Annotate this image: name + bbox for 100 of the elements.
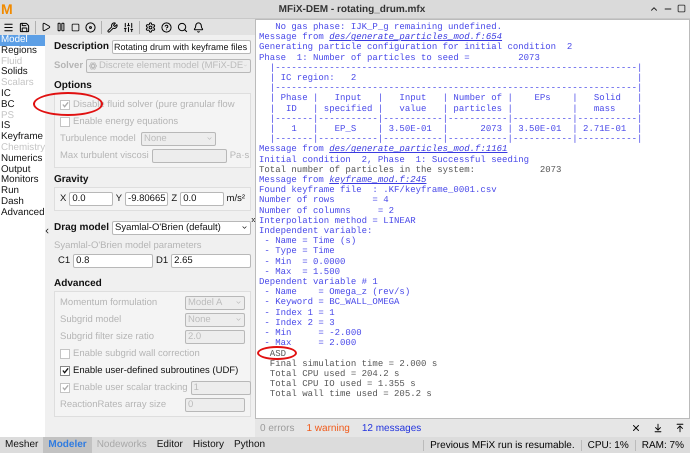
annotation-ellipse	[257, 346, 297, 360]
input-field[interactable]: 0.0	[180, 192, 224, 206]
nav-item[interactable]: Monitors	[0, 175, 45, 186]
field-label: Description	[54, 41, 110, 52]
pause-icon[interactable]	[56, 22, 66, 32]
console-line: Phase 1: Number of particles to seed = 2073	[259, 52, 540, 63]
console-line: Message from des/generate_particles_mod.f:1161	[259, 144, 508, 154]
nav-item[interactable]: Run	[0, 186, 45, 197]
input-field[interactable]: -9.80665	[125, 192, 168, 206]
field-label: Momentum formulation	[60, 297, 158, 308]
caret-icon	[206, 135, 213, 142]
caret-icon	[241, 224, 248, 231]
collapse-icon[interactable]	[43, 227, 51, 235]
console-line: Message from des/generate_particles_mod.f:654	[259, 32, 502, 42]
status-text: RAM: 7%	[634, 440, 690, 450]
message-count[interactable]: 12 messages	[362, 422, 422, 434]
console-line: Total number of particles in the system: 2073	[259, 164, 562, 175]
axis-label: Z	[171, 193, 178, 204]
checkbox[interactable]	[60, 366, 70, 376]
menu-icon[interactable]	[3, 22, 14, 32]
console-line: Total wall time used = 205.2 s	[268, 389, 432, 400]
console-line: |-------|-----------|-----------|-----------|-----------|-----------|	[268, 114, 642, 124]
nav-item[interactable]: IC	[0, 88, 45, 100]
console-line: Interpolation method = LINEAR	[259, 216, 416, 226]
console-line: |-------------------------------------------------------------------|	[268, 62, 642, 73]
console-line: - Max = 2.000	[263, 338, 356, 348]
play-icon[interactable]	[41, 22, 51, 32]
console-line: Found keyframe file : .KF/keyframe_0001.csv	[259, 185, 497, 196]
console-line: | Phase | Input | Input | Number of | EPs | Solid |	[268, 93, 642, 104]
nav-item[interactable]: Advanced	[0, 208, 45, 219]
checkbox-label: Enable subgrid wall correction	[73, 348, 201, 359]
drag-dropdown[interactable]: Syamlal-O'Brien (default)	[112, 220, 251, 234]
nav-item[interactable]: Dash	[0, 196, 45, 208]
console-line: Generating particle configuration for initial condition 2	[259, 42, 572, 52]
console-line: - Index 2 = 3	[263, 318, 335, 328]
console-line: |-------|-----------|-----------|-----------|-----------|-----------|	[268, 134, 642, 144]
unit-label: Pa·s	[230, 150, 250, 161]
save-icon[interactable]	[19, 22, 30, 32]
checkbox-label: Enable energy equations	[73, 116, 180, 127]
console-line: No gas phase: IJK_P_g remaining undefined.	[274, 22, 502, 32]
field-label: Max turbulent viscosi	[60, 150, 149, 161]
axis-label: Y	[116, 193, 122, 204]
description-field[interactable]: Rotating drum with keyframe files	[112, 40, 251, 54]
console-line: - Type = Time	[263, 246, 335, 256]
nav-item[interactable]: Numerics	[0, 154, 45, 165]
close-icon[interactable]	[631, 423, 641, 433]
field-label: D1	[156, 255, 168, 266]
bell-icon[interactable]	[193, 22, 204, 32]
nav-item[interactable]: Solids	[0, 67, 45, 78]
caret-icon	[235, 299, 242, 306]
nav-item[interactable]: Output	[0, 164, 45, 176]
scroll-top-icon[interactable]	[675, 423, 685, 433]
console-line: - Keyword = BC_WALL_OMEGA	[263, 297, 400, 308]
input-field[interactable]: 0.0	[69, 192, 113, 206]
mode-tab[interactable]: Python	[228, 437, 270, 453]
field-label: Subgrid model	[60, 314, 122, 325]
nav-item[interactable]: Regions	[0, 46, 45, 57]
stop-icon[interactable]	[71, 22, 80, 32]
nav-item[interactable]: IS	[0, 121, 45, 132]
scroll-bottom-icon[interactable]	[653, 423, 663, 433]
help-icon[interactable]	[161, 22, 172, 32]
mode-tab[interactable]: Editor	[152, 437, 188, 453]
mode-tab[interactable]: Mesher	[0, 437, 44, 453]
restore-icon[interactable]	[677, 4, 686, 13]
status-text: CPU: 1%	[580, 440, 635, 450]
console-line: | 1 | EP_S | 3.50E-01 | 2073 | 3.50E-01 | 2.71E-01 |	[268, 124, 642, 134]
console-line: | IC region: 2 |	[268, 73, 642, 84]
field-label: Drag model	[54, 222, 110, 233]
console-line: - Name = Time (s)	[263, 236, 356, 246]
console-line: Total CPU used = 204.2 s	[268, 368, 400, 379]
console-line: Message from keyframe_mod.f:245	[259, 175, 426, 186]
input-field[interactable]: 2.65	[171, 254, 251, 268]
nav-item[interactable]: Keyframe	[0, 132, 45, 143]
section-heading: Advanced	[54, 278, 102, 289]
section-heading: Gravity	[54, 174, 88, 185]
settings-icon[interactable]	[145, 22, 156, 32]
subsection-label: Syamlal-O'Brien model parameters	[54, 240, 202, 251]
status-text: Previous MFiX run is resumable.	[423, 440, 581, 450]
console-line: Independent variable:	[259, 226, 372, 236]
field-label: Turbulence model	[60, 133, 137, 144]
atom-icon	[89, 62, 98, 70]
source-link[interactable]: des/generate_particles_mod.f:654	[329, 32, 502, 42]
search-icon[interactable]	[177, 22, 188, 32]
caret-icon	[243, 62, 248, 69]
input-field[interactable]: 0.8	[73, 254, 153, 268]
source-link[interactable]: keyframe_mod.f:245	[329, 175, 426, 186]
caret-icon	[235, 316, 242, 323]
unit-label: m/s²	[226, 193, 245, 204]
mode-tab[interactable]: History	[188, 437, 229, 453]
sliders-icon[interactable]	[123, 22, 134, 32]
wrench-icon[interactable]	[107, 22, 118, 32]
app-logo: M	[1, 1, 13, 17]
section-heading: Options	[54, 80, 92, 91]
checkbox-label: Enable user-defined subroutines (UDF)	[73, 365, 240, 376]
nav-item[interactable]: BC	[0, 100, 45, 111]
record-icon[interactable]	[85, 22, 96, 32]
console-line: | ID | specified | value | particles | | mass |	[268, 104, 642, 114]
source-link[interactable]: des/generate_particles_mod.f:1161	[329, 144, 508, 154]
console-line: - Min = -2.000	[263, 328, 362, 338]
field-label: Subgrid filter size ratio	[60, 331, 155, 342]
